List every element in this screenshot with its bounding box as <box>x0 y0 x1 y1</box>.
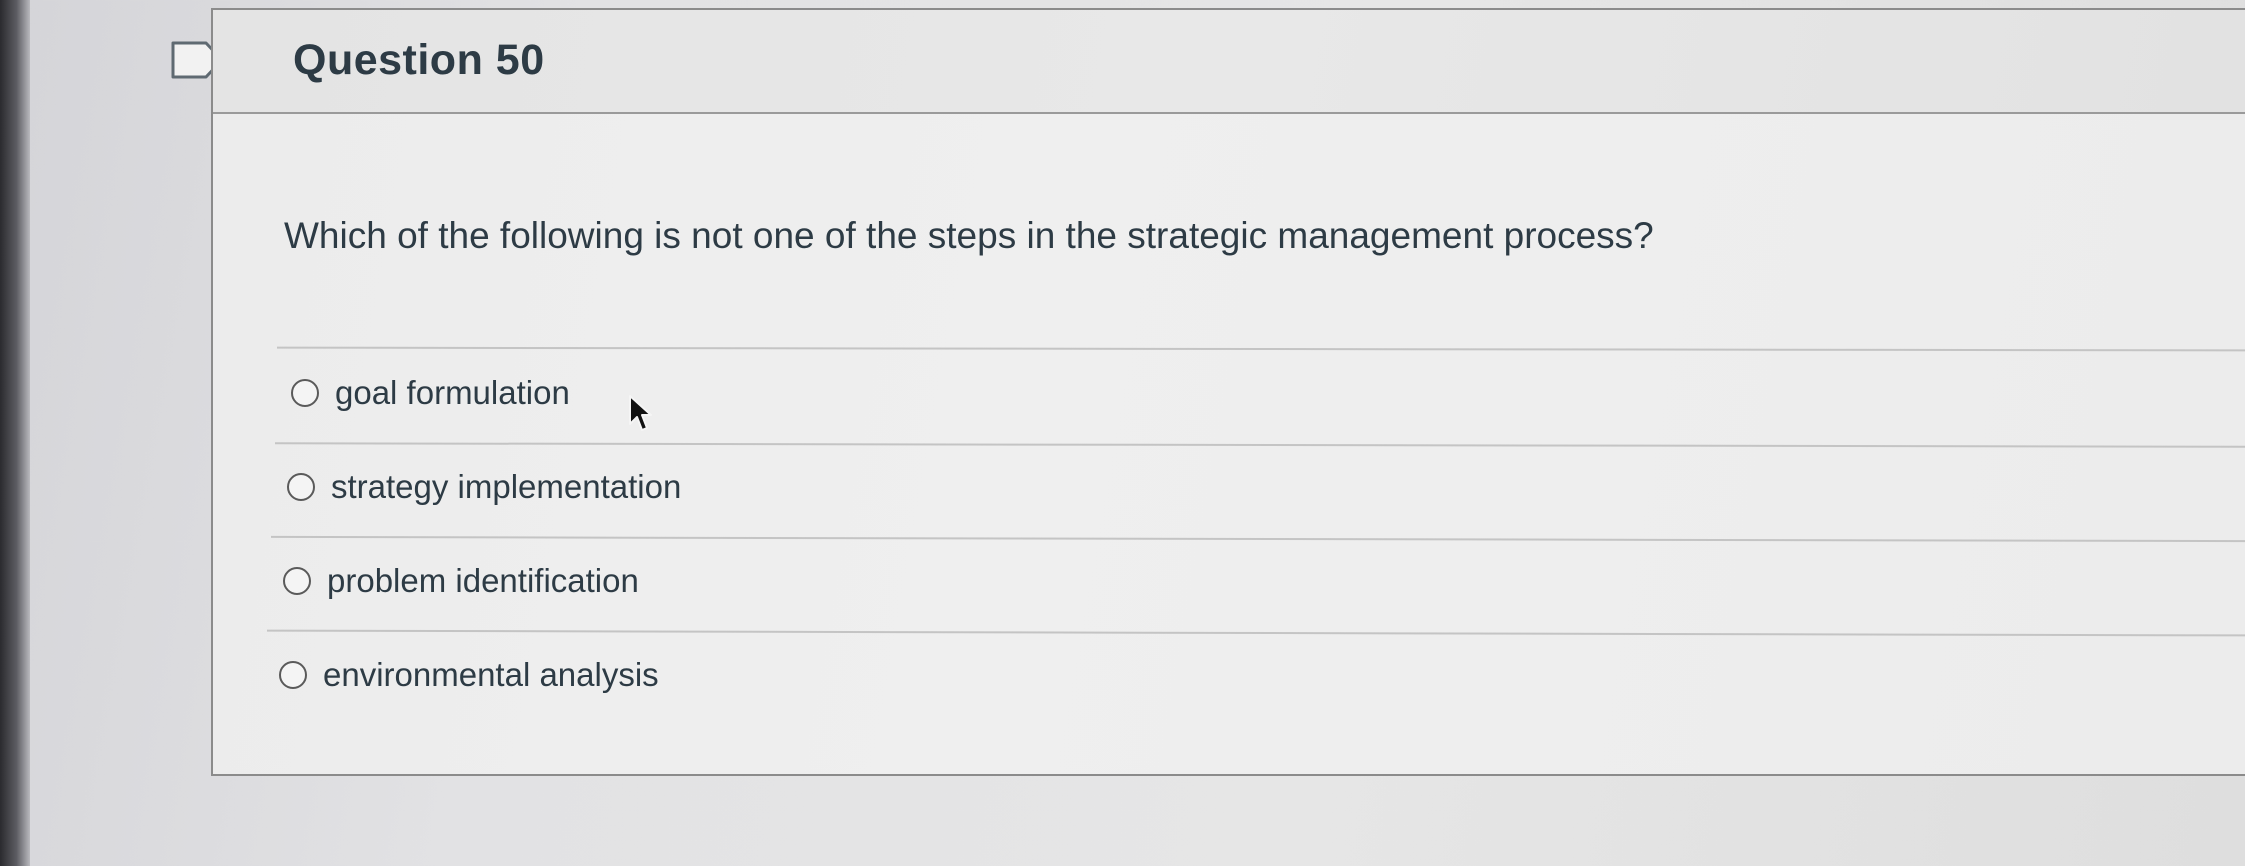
mouse-pointer-icon <box>629 395 652 431</box>
radio-button-icon[interactable] <box>291 379 319 407</box>
question-header: Question 50 <box>213 10 2245 114</box>
screen-bezel <box>0 0 30 866</box>
answer-label: problem identification <box>327 562 639 599</box>
radio-button-icon[interactable] <box>283 567 311 595</box>
answer-divider <box>267 629 2245 637</box>
answer-option-environmental-analysis[interactable]: environmental analysis <box>279 656 659 694</box>
answer-label: goal formulation <box>335 374 570 411</box>
answer-option-goal-formulation[interactable]: goal formulation <box>291 374 570 412</box>
answer-divider <box>271 535 2245 543</box>
radio-button-icon[interactable] <box>287 473 315 501</box>
answer-label: strategy implementation <box>331 468 682 505</box>
question-title: Question 50 <box>293 36 545 84</box>
answer-divider <box>274 442 2245 448</box>
radio-button-icon[interactable] <box>279 661 307 689</box>
answer-option-strategy-implementation[interactable]: strategy implementation <box>287 468 681 506</box>
question-card: Question 50 Which of the following is no… <box>211 8 2245 776</box>
question-text: Which of the following is not one of the… <box>284 215 1654 256</box>
answer-divider <box>276 346 2245 352</box>
answer-option-problem-identification[interactable]: problem identification <box>283 562 639 600</box>
answer-label: environmental analysis <box>323 656 659 693</box>
